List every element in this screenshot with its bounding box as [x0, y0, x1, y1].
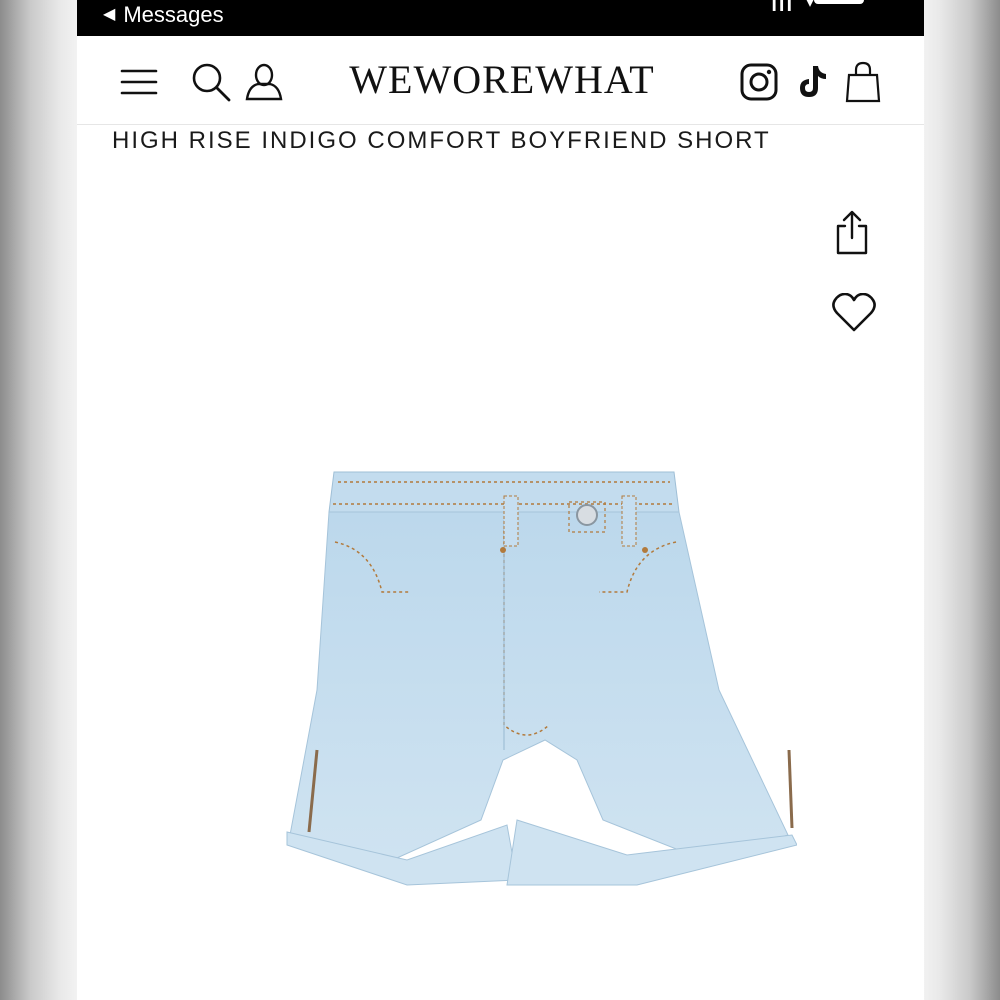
share-icon[interactable]: [827, 208, 877, 258]
signal-icon: ııı: [771, 0, 794, 16]
phone-screen: ◀ Messages ııı ▾ WEWOREWHAT HIGH RISE IN…: [77, 0, 924, 1000]
back-to-messages-link[interactable]: ◀ Messages: [103, 2, 224, 28]
wifi-icon: ▾: [805, 0, 814, 11]
back-arrow-icon: ◀: [103, 6, 116, 23]
product-title: HIGH RISE INDIGO COMFORT BOYFRIEND SHORT: [112, 127, 771, 154]
status-bar: ◀ Messages ııı ▾: [77, 0, 924, 36]
product-image[interactable]: [207, 460, 798, 900]
menu-icon[interactable]: [117, 60, 161, 104]
tiktok-icon[interactable]: [791, 60, 835, 104]
instagram-icon[interactable]: [737, 60, 781, 104]
site-logo[interactable]: WEWOREWHAT: [332, 54, 672, 106]
site-header: WEWOREWHAT: [77, 36, 924, 125]
battery-icon: [814, 0, 864, 4]
account-icon[interactable]: [242, 60, 286, 104]
shopping-bag-icon[interactable]: [841, 60, 885, 104]
back-link-label: Messages: [123, 2, 224, 27]
search-icon[interactable]: [189, 60, 233, 104]
heart-icon[interactable]: [829, 288, 879, 338]
denim-shorts-image: [286, 471, 798, 886]
